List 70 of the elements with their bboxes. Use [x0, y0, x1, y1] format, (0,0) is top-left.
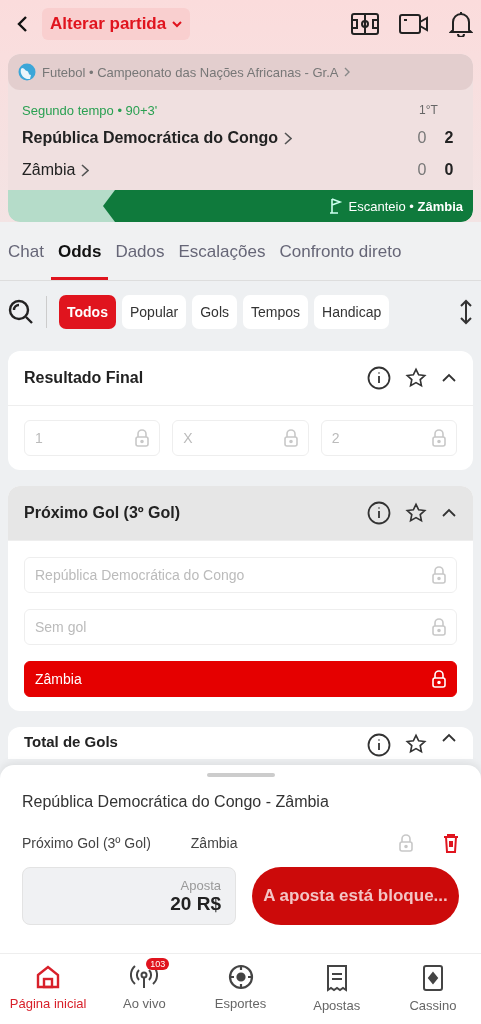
globe-icon: [18, 63, 36, 81]
chevron-right-icon: [344, 67, 351, 77]
filter-chip[interactable]: Todos: [59, 295, 116, 329]
tab[interactable]: Confronto direto: [272, 238, 409, 280]
bet-market: Próximo Gol (3º Gol): [22, 835, 151, 851]
bet-match: República Democrática do Congo - Zâmbia: [22, 793, 330, 811]
nav-item[interactable]: Página inicial: [0, 954, 97, 1024]
team-name[interactable]: Zâmbia: [22, 161, 76, 179]
nav-item[interactable]: Apostas: [288, 954, 385, 1024]
info-icon[interactable]: [367, 501, 391, 525]
market-title[interactable]: Resultado Final: [24, 369, 353, 387]
filter-chip[interactable]: Handicap: [314, 295, 390, 329]
lock-icon: [432, 618, 446, 636]
score: 2: [443, 129, 455, 147]
video-camera-icon[interactable]: [399, 13, 429, 35]
chevron-up-icon[interactable]: [441, 733, 457, 743]
bell-icon[interactable]: [449, 11, 473, 37]
trash-icon[interactable]: [443, 833, 459, 853]
receipt-icon: [324, 964, 349, 992]
caret-down-icon: [172, 20, 183, 28]
soccer-ball-icon: [227, 964, 254, 990]
lock-icon: [432, 429, 446, 447]
stake-field[interactable]: Aposta 20 R$: [22, 867, 236, 925]
chevron-up-icon[interactable]: [441, 373, 457, 383]
info-icon[interactable]: [367, 366, 391, 390]
tab[interactable]: Escalações: [171, 238, 273, 280]
lock-icon: [399, 834, 413, 852]
live-count-badge: 103: [146, 958, 170, 970]
lock-icon: [135, 429, 150, 447]
event-text: Escanteio • Zâmbia: [348, 198, 463, 214]
tab[interactable]: Odds: [50, 238, 109, 280]
filter-chip[interactable]: Tempos: [243, 295, 309, 329]
market-title[interactable]: Total de Gols: [24, 733, 353, 750]
chevron-right-icon: [284, 131, 293, 145]
odds-option[interactable]: Zâmbia: [24, 661, 457, 697]
chevron-up-icon[interactable]: [441, 508, 457, 518]
field-icon[interactable]: [351, 13, 379, 35]
star-icon[interactable]: [405, 502, 427, 524]
chevron-right-icon: [81, 163, 90, 177]
period-score: 0: [416, 161, 428, 179]
lock-icon: [283, 429, 298, 447]
tab[interactable]: Dados: [108, 238, 172, 280]
nav-item[interactable]: Esportes: [192, 954, 289, 1024]
score: 0: [443, 161, 455, 179]
team-name[interactable]: República Democrática do Congo: [22, 129, 279, 147]
league-name: Futebol • Campeonato das Nações Africanas - Gr.A: [42, 64, 339, 80]
search-icon[interactable]: [8, 299, 34, 325]
lock-icon: [432, 566, 446, 584]
match-switcher[interactable]: Alterar partida: [42, 8, 191, 40]
corner-flag-icon: [328, 198, 343, 214]
lock-icon: [432, 670, 446, 688]
nav-item[interactable]: Ao vivo 103: [96, 954, 193, 1024]
tab[interactable]: Chat: [8, 238, 51, 280]
bet-selection: Zâmbia: [190, 835, 238, 851]
home-icon: [35, 964, 62, 990]
filter-chip[interactable]: Popular: [121, 295, 187, 329]
league-bar[interactable]: Futebol • Campeonato das Nações Africanas - Gr.A: [8, 54, 473, 90]
period-score: 0: [416, 129, 428, 147]
playing-card-icon: [421, 964, 444, 992]
period-label: 1°T: [419, 103, 439, 118]
place-bet-button[interactable]: A aposta está bloque...: [252, 867, 459, 925]
sort-icon[interactable]: [459, 299, 473, 325]
star-icon[interactable]: [405, 733, 427, 755]
nav-item[interactable]: Cassino: [384, 954, 481, 1024]
drag-handle[interactable]: [206, 773, 275, 777]
back-icon: [16, 15, 28, 33]
filter-chip[interactable]: Gols: [192, 295, 238, 329]
info-icon[interactable]: [367, 733, 391, 757]
star-icon[interactable]: [405, 367, 427, 389]
match-status: Segundo tempo • 90+3': [22, 103, 159, 118]
